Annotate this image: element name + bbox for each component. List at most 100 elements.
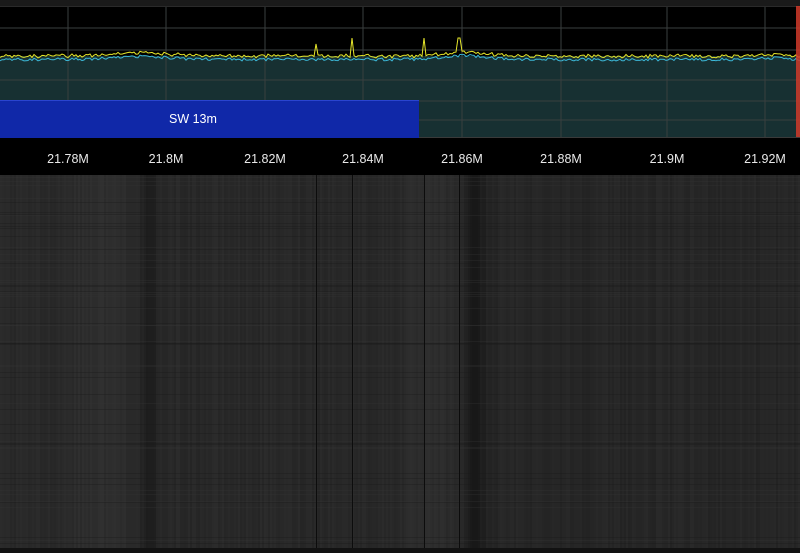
waterfall-streak: [0, 394, 800, 395]
waterfall-column: [298, 175, 300, 548]
waterfall-column: [566, 175, 568, 548]
waterfall-column: [480, 175, 482, 548]
waterfall-column: [396, 175, 398, 548]
waterfall-column: [724, 175, 726, 548]
waterfall-column: [280, 175, 282, 548]
waterfall-column: [34, 175, 36, 548]
waterfall-column: [234, 175, 236, 548]
tuned-frequency-marker[interactable]: [796, 6, 800, 137]
waterfall-column: [228, 175, 230, 548]
waterfall-column: [94, 175, 96, 548]
waterfall-column: [796, 175, 798, 548]
waterfall-column: [382, 175, 384, 548]
waterfall-column: [324, 175, 326, 548]
waterfall-column: [558, 175, 560, 548]
waterfall-column: [388, 175, 390, 548]
waterfall-column: [232, 175, 234, 548]
waterfall-column: [530, 175, 532, 548]
waterfall-streak: [0, 366, 800, 367]
waterfall-column: [148, 175, 150, 548]
waterfall-column: [254, 175, 256, 548]
waterfall-column: [126, 175, 128, 548]
waterfall-column: [670, 175, 672, 548]
waterfall-column: [128, 175, 130, 548]
waterfall-column: [116, 175, 118, 548]
waterfall-column: [286, 175, 288, 548]
waterfall-column: [250, 175, 252, 548]
band-plan-label: SW 13m: [169, 112, 217, 126]
waterfall-column: [218, 175, 220, 548]
waterfall-column: [252, 175, 254, 548]
waterfall-column: [532, 175, 534, 548]
waterfall-column: [370, 175, 372, 548]
waterfall-streak: [0, 226, 800, 227]
waterfall-column: [176, 175, 178, 548]
waterfall-column: [322, 175, 324, 548]
waterfall-column: [608, 175, 610, 548]
waterfall-column: [342, 175, 344, 548]
waterfall-column: [790, 175, 792, 548]
waterfall-column: [62, 175, 64, 548]
waterfall-display[interactable]: [0, 175, 800, 548]
waterfall-column: [60, 175, 62, 548]
waterfall-column: [102, 175, 104, 548]
fft-spectrum-panel[interactable]: SW 13m 21.78M 21.8M 21.82M 21.84M 21.86M 21.8…: [0, 0, 800, 175]
waterfall-column: [714, 175, 716, 548]
waterfall-streak: [0, 254, 800, 255]
waterfall-column: [112, 175, 114, 548]
waterfall-column: [620, 175, 622, 548]
waterfall-streak: [0, 280, 800, 281]
waterfall-column: [548, 175, 550, 548]
waterfall-carrier-line: [424, 175, 425, 548]
waterfall-column: [72, 175, 74, 548]
waterfall-column: [104, 175, 106, 548]
frequency-tick-label: 21.78M: [47, 152, 89, 166]
waterfall-column: [350, 175, 352, 548]
waterfall-column: [658, 175, 660, 548]
waterfall-column: [614, 175, 616, 548]
waterfall-column: [414, 175, 416, 548]
waterfall-column: [454, 175, 456, 548]
waterfall-column: [68, 175, 70, 548]
waterfall-column: [650, 175, 652, 548]
spectrum-plot[interactable]: [0, 0, 800, 175]
waterfall-streak: [0, 478, 800, 479]
waterfall-column: [568, 175, 570, 548]
waterfall-column: [356, 175, 358, 548]
waterfall-column: [752, 175, 754, 548]
waterfall-column: [308, 175, 310, 548]
waterfall-column: [92, 175, 94, 548]
waterfall-column: [524, 175, 526, 548]
waterfall-column: [734, 175, 736, 548]
waterfall-streak: [0, 443, 800, 444]
waterfall-column: [570, 175, 572, 548]
waterfall-column: [8, 175, 10, 548]
waterfall-column: [274, 175, 276, 548]
waterfall-column: [222, 175, 224, 548]
waterfall-column: [452, 175, 454, 548]
waterfall-column: [500, 175, 502, 548]
waterfall-column: [374, 175, 376, 548]
waterfall-column: [326, 175, 328, 548]
waterfall-column: [508, 175, 510, 548]
waterfall-column: [166, 175, 168, 548]
waterfall-column: [182, 175, 184, 548]
waterfall-column: [602, 175, 604, 548]
waterfall-column: [502, 175, 504, 548]
waterfall-streak: [0, 444, 800, 445]
waterfall-column: [738, 175, 740, 548]
waterfall-column: [618, 175, 620, 548]
waterfall-column: [240, 175, 242, 548]
waterfall-streak: [0, 344, 800, 345]
waterfall-column: [46, 175, 48, 548]
waterfall-carrier-line: [316, 175, 317, 548]
waterfall-column: [130, 175, 132, 548]
waterfall-column: [700, 175, 702, 548]
waterfall-column: [394, 175, 396, 548]
waterfall-column: [546, 175, 548, 548]
waterfall-column: [88, 175, 90, 548]
waterfall-column: [632, 175, 634, 548]
waterfall-column: [276, 175, 278, 548]
waterfall-column: [448, 175, 450, 548]
waterfall-column: [686, 175, 688, 548]
